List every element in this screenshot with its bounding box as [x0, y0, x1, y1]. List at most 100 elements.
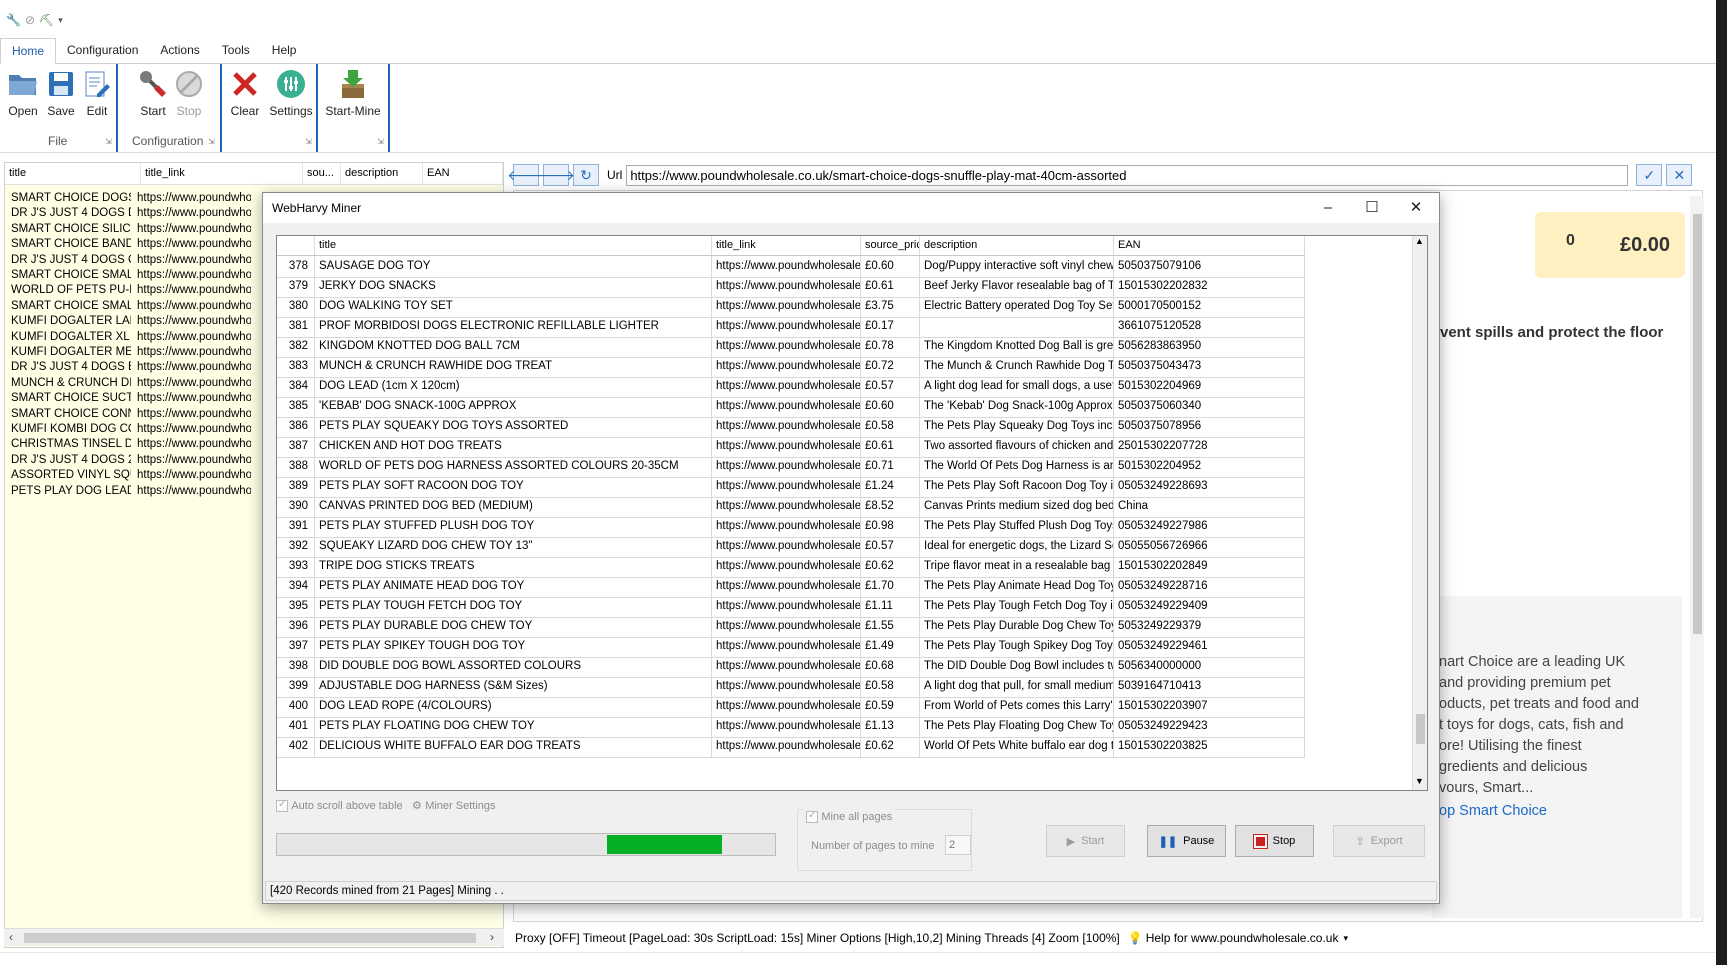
- check-icon[interactable]: ✓: [1636, 164, 1663, 186]
- refresh-icon[interactable]: ↻: [573, 164, 599, 186]
- column-header-title-link[interactable]: title_link: [141, 163, 303, 184]
- miner-status-bar: [420 Records mined from 21 Pages] Mining…: [265, 881, 1437, 901]
- chevron-down-icon[interactable]: ▾: [1343, 933, 1348, 944]
- table-row[interactable]: 400 DOG LEAD ROPE (4/COLOURS) https://www.…: [277, 696, 1305, 718]
- table-row[interactable]: 388 WORLD OF PETS DOG HARNESS ASSORTED CO…: [277, 456, 1305, 478]
- scroll-up-icon[interactable]: ▲: [1415, 236, 1424, 246]
- cell-description: The Pets Play Stuffed Plush Dog Toys ar.…: [920, 516, 1114, 537]
- settings-button[interactable]: Settings: [268, 68, 314, 118]
- column-header-title-link[interactable]: title_link: [712, 236, 861, 255]
- scrollbar-thumb[interactable]: [1416, 714, 1425, 744]
- cell-source-price: £0.62: [861, 736, 920, 757]
- tab-home[interactable]: Home: [0, 38, 57, 64]
- list-item[interactable]: PETS PLAY DOG LEAD ... https://www.poundw…: [5, 484, 251, 501]
- table-row[interactable]: 385 'KEBAB' DOG SNACK-100G APPROX https://…: [277, 396, 1305, 418]
- minimize-icon[interactable]: –: [1306, 195, 1350, 221]
- table-row[interactable]: 380 DOG WALKING TOY SET https://www.poundw…: [277, 296, 1305, 318]
- table-row[interactable]: 378 SAUSAGE DOG TOY https://www.poundwhole…: [277, 256, 1305, 278]
- stop-mining-button[interactable]: Stop: [1235, 825, 1314, 857]
- open-button[interactable]: Open: [3, 68, 43, 118]
- column-header-ean[interactable]: EAN: [423, 163, 503, 184]
- help-link[interactable]: Help for www.poundwholesale.co.uk: [1146, 931, 1339, 945]
- start-mine-button[interactable]: Start-Mine: [323, 68, 383, 118]
- browser-scrollbar[interactable]: [1690, 196, 1704, 918]
- table-row[interactable]: 386 PETS PLAY SQUEAKY DOG TOYS ASSORTED ht…: [277, 416, 1305, 438]
- close-icon[interactable]: ✕: [1666, 164, 1693, 186]
- wrench-icon[interactable]: 🔧: [6, 13, 21, 27]
- column-header-title[interactable]: title: [315, 236, 712, 255]
- table-row[interactable]: 390 CANVAS PRINTED DOG BED (MEDIUM) https:…: [277, 496, 1305, 518]
- cart-total: £0.00: [1620, 234, 1671, 256]
- start-config-button[interactable]: Start: [133, 68, 173, 118]
- table-row[interactable]: 395 PETS PLAY TOUGH FETCH DOG TOY https://…: [277, 596, 1305, 618]
- column-header-description[interactable]: description: [341, 163, 423, 184]
- scrollbar-thumb[interactable]: [24, 933, 476, 943]
- maximize-icon[interactable]: ☐: [1350, 195, 1394, 221]
- export-button[interactable]: ⇪ Export: [1333, 825, 1425, 857]
- cart-count: 0: [1566, 232, 1575, 249]
- table-row[interactable]: 384 DOG LEAD (1cm X 120cm) https://www.pou…: [277, 376, 1305, 398]
- auto-scroll-checkbox[interactable]: [276, 799, 288, 812]
- scroll-left-icon[interactable]: ‹: [9, 930, 13, 944]
- scrollbar-thumb[interactable]: [1693, 214, 1702, 634]
- play-icon: ▶: [1066, 835, 1076, 848]
- dialog-launcher-icon[interactable]: ⇲: [208, 137, 215, 146]
- mine-all-pages-option[interactable]: Mine all pages: [803, 809, 896, 823]
- tab-tools[interactable]: Tools: [211, 38, 261, 64]
- edit-button[interactable]: Edit: [77, 68, 117, 118]
- table-row[interactable]: 383 MUNCH & CRUNCH RAWHIDE DOG TREAT https…: [277, 356, 1305, 378]
- column-header-description[interactable]: description: [920, 236, 1114, 255]
- table-row[interactable]: 389 PETS PLAY SOFT RACOON DOG TOY https://…: [277, 476, 1305, 498]
- dialog-launcher-icon[interactable]: ⇲: [305, 137, 312, 146]
- dialog-launcher-icon[interactable]: ⇲: [377, 137, 384, 146]
- table-row[interactable]: 398 DID DOUBLE DOG BOWL ASSORTED COLOURS h…: [277, 656, 1305, 678]
- dialog-launcher-icon[interactable]: ⇲: [105, 137, 112, 146]
- cell-ean: 5056340000000: [1114, 656, 1305, 677]
- table-row[interactable]: 401 PETS PLAY FLOATING DOG CHEW TOY https:…: [277, 716, 1305, 738]
- tab-help[interactable]: Help: [261, 38, 308, 64]
- grid-scrollbar[interactable]: ▲ ▼: [1412, 236, 1427, 790]
- tab-actions[interactable]: Actions: [149, 38, 210, 64]
- table-row[interactable]: 402 DELICIOUS WHITE BUFFALO EAR DOG TREAT…: [277, 736, 1305, 758]
- shop-link[interactable]: op Smart Choice: [1439, 803, 1547, 819]
- description-line: and providing premium pet: [1439, 675, 1611, 691]
- table-row[interactable]: 393 TRIPE DOG STICKS TREATS https://www.po…: [277, 556, 1305, 578]
- column-header-source-price[interactable]: sou...: [303, 163, 341, 184]
- back-arrow-icon[interactable]: 🡐: [507, 164, 545, 186]
- qat-dropdown-icon[interactable]: ▾: [58, 15, 63, 26]
- cell-row-number: 384: [277, 376, 315, 397]
- mine-icon[interactable]: ⛏: [39, 13, 54, 27]
- forward-arrow-icon[interactable]: 🡒: [537, 164, 575, 186]
- url-input[interactable]: https://www.poundwholesale.co.uk/smart-c…: [626, 164, 1629, 186]
- table-row[interactable]: 394 PETS PLAY ANIMATE HEAD DOG TOY https:/…: [277, 576, 1305, 598]
- close-icon[interactable]: ✕: [1394, 195, 1438, 221]
- table-row[interactable]: 396 PETS PLAY DURABLE DOG CHEW TOY https:/…: [277, 616, 1305, 638]
- stop-icon[interactable]: ⊘: [25, 13, 35, 27]
- column-header-ean[interactable]: EAN: [1114, 236, 1305, 255]
- cart-widget[interactable]: 0 £0.00: [1535, 212, 1685, 278]
- mine-all-pages-checkbox[interactable]: [806, 810, 818, 823]
- save-button[interactable]: Save: [41, 68, 81, 118]
- stop-config-button[interactable]: Stop: [169, 68, 209, 118]
- table-row[interactable]: 392 SQUEAKY LIZARD DOG CHEW TOY 13" https:…: [277, 536, 1305, 558]
- column-header-title[interactable]: title: [5, 163, 141, 184]
- table-row[interactable]: 382 KINGDOM KNOTTED DOG BALL 7CM https://w…: [277, 336, 1305, 358]
- table-row[interactable]: 381 PROF MORBIDOSI DOGS ELECTRONIC REFILL…: [277, 316, 1305, 338]
- column-header-source-price[interactable]: source_price: [861, 236, 920, 255]
- gear-icon[interactable]: ⚙: [412, 800, 422, 812]
- auto-scroll-option[interactable]: Auto scroll above table ⚙ Miner Settings: [276, 798, 496, 812]
- pause-mining-button[interactable]: ❚❚ Pause: [1147, 825, 1226, 857]
- scroll-right-icon[interactable]: ›: [490, 930, 494, 944]
- table-row[interactable]: 387 CHICKEN AND HOT DOG TREATS https://www…: [277, 436, 1305, 458]
- table-row[interactable]: 397 PETS PLAY SPIKEY TOUGH DOG TOY https:/…: [277, 636, 1305, 658]
- table-row[interactable]: 391 PETS PLAY STUFFED PLUSH DOG TOY https:…: [277, 516, 1305, 538]
- tab-configuration[interactable]: Configuration: [56, 38, 149, 64]
- pages-to-mine-input[interactable]: 2: [945, 835, 971, 855]
- clear-button[interactable]: Clear: [225, 68, 265, 118]
- miner-settings-link[interactable]: Miner Settings: [425, 800, 495, 812]
- table-row[interactable]: 379 JERKY DOG SNACKS https://www.poundwhol…: [277, 276, 1305, 298]
- horizontal-scrollbar[interactable]: ‹ ›: [4, 928, 504, 946]
- table-row[interactable]: 399 ADJUSTABLE DOG HARNESS (S&M Sizes) htt…: [277, 676, 1305, 698]
- start-mining-button[interactable]: ▶ Start: [1046, 825, 1125, 857]
- scroll-down-icon[interactable]: ▼: [1415, 776, 1424, 786]
